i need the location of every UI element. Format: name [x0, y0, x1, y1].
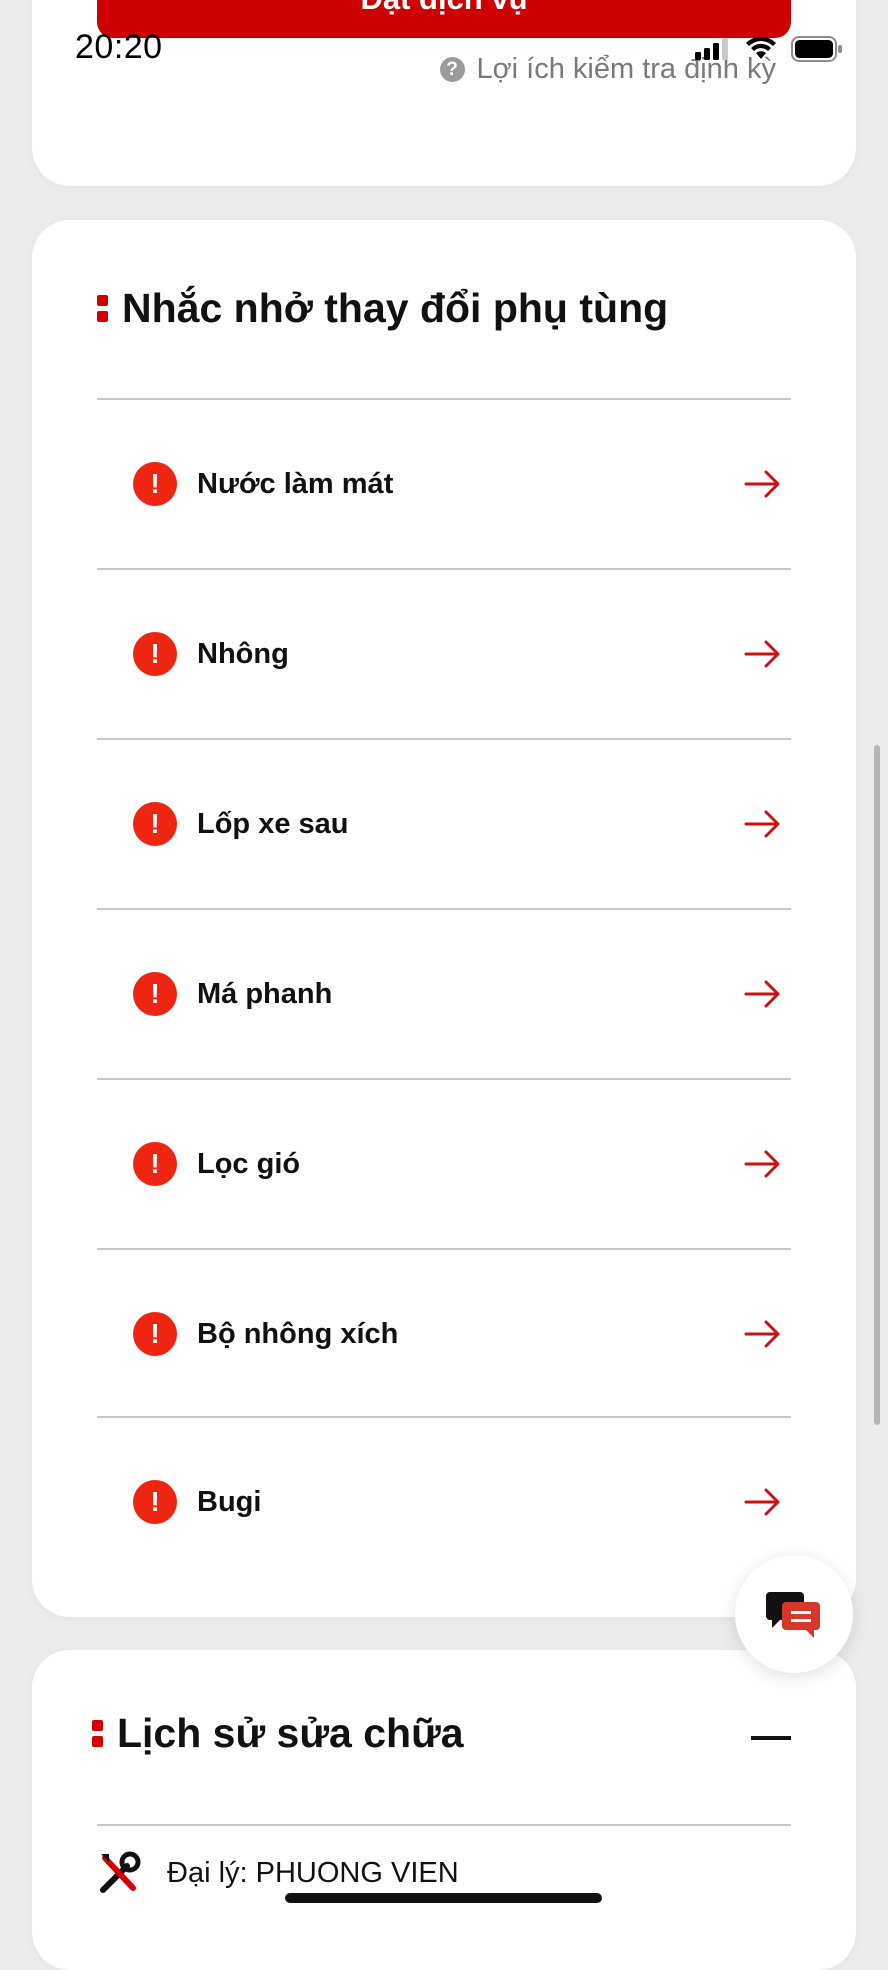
alert-icon: ! [133, 462, 177, 506]
parts-reminder-header: Nhắc nhở thay đổi phụ tùng [97, 285, 668, 332]
repair-history-header: Lịch sử sửa chữa [92, 1710, 464, 1757]
reminder-item[interactable]: ! Bộ nhông xích [97, 1250, 791, 1418]
reminder-item-label: Bugi [197, 1485, 262, 1518]
reminder-item-label: Lốp xe sau [197, 807, 349, 840]
reminder-item-label: Má phanh [197, 977, 333, 1010]
arrow-right-icon[interactable] [743, 1319, 783, 1349]
parts-reminder-card: Nhắc nhở thay đổi phụ tùng ! Nước làm má… [32, 220, 856, 1617]
reminder-item[interactable]: ! Lọc gió [97, 1080, 791, 1248]
arrow-right-icon[interactable] [743, 639, 783, 669]
title-marker-icon [97, 295, 108, 322]
alert-icon: ! [133, 1312, 177, 1356]
reminder-item[interactable]: ! Lốp xe sau [97, 740, 791, 908]
reminder-item-label: Nhông [197, 637, 289, 670]
scrollbar[interactable] [874, 745, 880, 1425]
section-title: Lịch sử sửa chữa [117, 1710, 464, 1756]
alert-icon: ! [133, 1480, 177, 1524]
section-title: Nhắc nhở thay đổi phụ tùng [122, 285, 669, 331]
status-bar: 20:20 [0, 0, 888, 100]
chat-icon [766, 1592, 820, 1638]
reminder-item[interactable]: ! Bugi [97, 1418, 791, 1586]
arrow-right-icon[interactable] [743, 469, 783, 499]
dealer-row: Đại lý: PHUONG VIEN [97, 1850, 459, 1896]
wifi-icon [746, 37, 776, 59]
divider [97, 1824, 791, 1826]
status-time: 20:20 [75, 28, 163, 66]
repair-history-card: Lịch sử sửa chữa Đại lý: PHUONG VIEN [32, 1650, 856, 1970]
reminder-item-label: Nước làm mát [197, 467, 394, 500]
collapse-icon[interactable] [751, 1736, 791, 1740]
alert-icon: ! [133, 972, 177, 1016]
battery-icon [791, 36, 842, 62]
signal-icon [695, 38, 728, 60]
alert-icon: ! [133, 1142, 177, 1186]
reminder-item[interactable]: ! Nước làm mát [97, 400, 791, 568]
reminder-item[interactable]: ! Má phanh [97, 910, 791, 1078]
arrow-right-icon[interactable] [743, 1149, 783, 1179]
arrow-right-icon[interactable] [743, 1487, 783, 1517]
title-marker-icon [92, 1720, 103, 1747]
arrow-right-icon[interactable] [743, 979, 783, 1009]
chat-button[interactable] [735, 1555, 853, 1673]
dealer-text: Đại lý: PHUONG VIEN [167, 1856, 459, 1889]
tools-icon [100, 1851, 141, 1893]
alert-icon: ! [133, 632, 177, 676]
reminder-item-label: Bộ nhông xích [197, 1317, 399, 1350]
reminder-item-label: Lọc gió [197, 1147, 301, 1180]
reminder-item[interactable]: ! Nhông [97, 570, 791, 738]
alert-icon: ! [133, 802, 177, 846]
home-indicator[interactable] [285, 1893, 602, 1903]
arrow-right-icon[interactable] [743, 809, 783, 839]
